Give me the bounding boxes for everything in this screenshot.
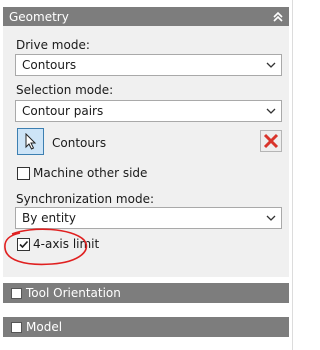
four-axis-limit-row[interactable]: 4-axis limit (17, 237, 99, 251)
model-section-header[interactable]: Model (3, 317, 289, 337)
chevron-down-icon (266, 215, 276, 221)
drive-mode-value: Contours (22, 58, 77, 72)
geometry-section-body: Drive mode: Contours Selection mode: Con… (3, 26, 289, 277)
machine-other-side-label: Machine other side (33, 166, 148, 180)
selection-mode-value: Contour pairs (22, 104, 104, 118)
pick-contours-button[interactable] (17, 128, 44, 155)
scrollbar[interactable] (292, 0, 301, 350)
four-axis-limit-label: 4-axis limit (33, 237, 100, 251)
model-title: Model (26, 320, 63, 334)
selection-mode-label: Selection mode: (16, 83, 114, 97)
four-axis-limit-checkbox[interactable] (17, 237, 30, 251)
sync-mode-dropdown[interactable]: By entity (15, 207, 282, 229)
double-chevron-up-icon[interactable] (271, 10, 285, 24)
tool-orientation-checkbox[interactable] (11, 287, 22, 299)
selection-mode-dropdown[interactable]: Contour pairs (15, 100, 282, 122)
contours-label: Contours (52, 136, 107, 150)
chevron-down-icon (266, 62, 276, 68)
machine-other-side-row[interactable]: Machine other side (17, 166, 147, 180)
cursor-arrow-icon (25, 133, 37, 150)
checkmark-icon (19, 240, 29, 248)
machine-other-side-checkbox[interactable] (17, 166, 30, 180)
geometry-section-header[interactable]: Geometry (3, 7, 289, 27)
geometry-section-title: Geometry (9, 10, 69, 24)
model-checkbox[interactable] (11, 321, 22, 333)
drive-mode-dropdown[interactable]: Contours (15, 54, 282, 76)
tool-orientation-section-header[interactable]: Tool Orientation (3, 283, 289, 303)
drive-mode-label: Drive mode: (16, 38, 90, 52)
chevron-down-icon (266, 108, 276, 114)
delete-contours-button[interactable] (260, 130, 282, 152)
sync-mode-value: By entity (22, 211, 76, 225)
tool-orientation-title: Tool Orientation (26, 286, 121, 300)
red-x-icon (263, 133, 279, 149)
sync-mode-label: Synchronization mode: (16, 192, 155, 206)
